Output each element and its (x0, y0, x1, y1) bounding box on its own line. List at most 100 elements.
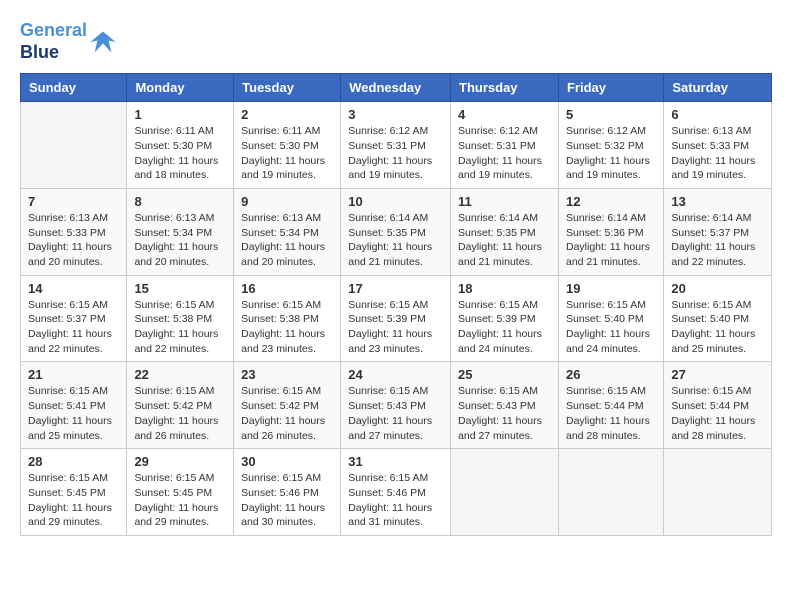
day-info: Sunrise: 6:13 AMSunset: 5:34 PMDaylight:… (134, 211, 226, 270)
week-row-5: 28 Sunrise: 6:15 AMSunset: 5:45 PMDayligh… (21, 449, 772, 536)
header-thursday: Thursday (451, 74, 559, 102)
day-info: Sunrise: 6:14 AMSunset: 5:37 PMDaylight:… (671, 211, 764, 270)
day-info: Sunrise: 6:12 AMSunset: 5:31 PMDaylight:… (348, 124, 443, 183)
logo-bird-icon (89, 28, 117, 56)
day-number: 24 (348, 367, 443, 382)
day-number: 25 (458, 367, 551, 382)
calendar-cell: 16 Sunrise: 6:15 AMSunset: 5:38 PMDayligh… (234, 275, 341, 362)
day-info: Sunrise: 6:15 AMSunset: 5:46 PMDaylight:… (241, 471, 333, 530)
calendar-cell (21, 102, 127, 189)
header-friday: Friday (558, 74, 663, 102)
calendar-cell: 3 Sunrise: 6:12 AMSunset: 5:31 PMDaylight… (341, 102, 451, 189)
calendar-cell: 26Sunrise: 6:15 AMSunset: 5:44 PMDayligh… (558, 362, 663, 449)
day-info: Sunrise: 6:15 AMSunset: 5:45 PMDaylight:… (134, 471, 226, 530)
day-info: Sunrise: 6:15 AMSunset: 5:38 PMDaylight:… (134, 298, 226, 357)
calendar-cell: 24 Sunrise: 6:15 AMSunset: 5:43 PMDayligh… (341, 362, 451, 449)
day-number: 16 (241, 281, 333, 296)
calendar-cell: 23 Sunrise: 6:15 AMSunset: 5:42 PMDayligh… (234, 362, 341, 449)
day-number: 7 (28, 194, 119, 209)
day-info: Sunrise: 6:15 AMSunset: 5:44 PMDaylight:… (671, 384, 764, 443)
day-number: 23 (241, 367, 333, 382)
calendar-cell (451, 449, 559, 536)
day-number: 20 (671, 281, 764, 296)
day-number: 10 (348, 194, 443, 209)
day-info: Sunrise: 6:15 AMSunset: 5:43 PMDaylight:… (348, 384, 443, 443)
day-info: Sunrise: 6:15 AMSunset: 5:37 PMDaylight:… (28, 298, 119, 357)
day-number: 30 (241, 454, 333, 469)
calendar-cell: 15 Sunrise: 6:15 AMSunset: 5:38 PMDayligh… (127, 275, 234, 362)
day-info: Sunrise: 6:13 AMSunset: 5:33 PMDaylight:… (671, 124, 764, 183)
calendar-cell: 9 Sunrise: 6:13 AMSunset: 5:34 PMDaylight… (234, 188, 341, 275)
calendar-cell: 30 Sunrise: 6:15 AMSunset: 5:46 PMDayligh… (234, 449, 341, 536)
calendar-cell: 1Sunrise: 6:11 AMSunset: 5:30 PMDaylight… (127, 102, 234, 189)
day-number: 6 (671, 107, 764, 122)
day-number: 18 (458, 281, 551, 296)
day-info: Sunrise: 6:15 AMSunset: 5:42 PMDaylight:… (241, 384, 333, 443)
calendar-cell: 13 Sunrise: 6:14 AMSunset: 5:37 PMDayligh… (664, 188, 772, 275)
day-number: 5 (566, 107, 656, 122)
day-number: 19 (566, 281, 656, 296)
header-wednesday: Wednesday (341, 74, 451, 102)
day-number: 13 (671, 194, 764, 209)
day-number: 29 (134, 454, 226, 469)
calendar-table: SundayMondayTuesdayWednesdayThursdayFrid… (20, 73, 772, 536)
day-info: Sunrise: 6:13 AMSunset: 5:33 PMDaylight:… (28, 211, 119, 270)
day-info: Sunrise: 6:15 AMSunset: 5:40 PMDaylight:… (566, 298, 656, 357)
day-info: Sunrise: 6:15 AMSunset: 5:38 PMDaylight:… (241, 298, 333, 357)
calendar-cell: 27 Sunrise: 6:15 AMSunset: 5:44 PMDayligh… (664, 362, 772, 449)
day-info: Sunrise: 6:14 AMSunset: 5:35 PMDaylight:… (458, 211, 551, 270)
calendar-cell (664, 449, 772, 536)
day-number: 8 (134, 194, 226, 209)
calendar-cell: 11Sunrise: 6:14 AMSunset: 5:35 PMDayligh… (451, 188, 559, 275)
calendar-cell: 20Sunrise: 6:15 AMSunset: 5:40 PMDayligh… (664, 275, 772, 362)
calendar-cell: 5 Sunrise: 6:12 AMSunset: 5:32 PMDaylight… (558, 102, 663, 189)
day-number: 31 (348, 454, 443, 469)
day-number: 4 (458, 107, 551, 122)
day-number: 3 (348, 107, 443, 122)
calendar-cell (558, 449, 663, 536)
calendar-cell: 19 Sunrise: 6:15 AMSunset: 5:40 PMDayligh… (558, 275, 663, 362)
calendar-cell: 10Sunrise: 6:14 AMSunset: 5:35 PMDayligh… (341, 188, 451, 275)
calendar-cell: 8 Sunrise: 6:13 AMSunset: 5:34 PMDaylight… (127, 188, 234, 275)
logo-text: GeneralBlue (20, 20, 87, 63)
calendar-cell: 21 Sunrise: 6:15 AMSunset: 5:41 PMDayligh… (21, 362, 127, 449)
day-number: 9 (241, 194, 333, 209)
day-number: 27 (671, 367, 764, 382)
calendar-cell: 6 Sunrise: 6:13 AMSunset: 5:33 PMDaylight… (664, 102, 772, 189)
week-row-2: 7 Sunrise: 6:13 AMSunset: 5:33 PMDaylight… (21, 188, 772, 275)
day-info: Sunrise: 6:15 AMSunset: 5:41 PMDaylight:… (28, 384, 119, 443)
calendar-cell: 18Sunrise: 6:15 AMSunset: 5:39 PMDayligh… (451, 275, 559, 362)
day-number: 21 (28, 367, 119, 382)
calendar-cell: 29 Sunrise: 6:15 AMSunset: 5:45 PMDayligh… (127, 449, 234, 536)
day-info: Sunrise: 6:12 AMSunset: 5:32 PMDaylight:… (566, 124, 656, 183)
day-number: 14 (28, 281, 119, 296)
day-info: Sunrise: 6:15 AMSunset: 5:42 PMDaylight:… (134, 384, 226, 443)
header-tuesday: Tuesday (234, 74, 341, 102)
logo: GeneralBlue (20, 20, 117, 63)
day-info: Sunrise: 6:15 AMSunset: 5:46 PMDaylight:… (348, 471, 443, 530)
header-sunday: Sunday (21, 74, 127, 102)
calendar-header-row: SundayMondayTuesdayWednesdayThursdayFrid… (21, 74, 772, 102)
day-info: Sunrise: 6:11 AMSunset: 5:30 PMDaylight:… (134, 124, 226, 183)
calendar-cell: 4 Sunrise: 6:12 AMSunset: 5:31 PMDaylight… (451, 102, 559, 189)
week-row-3: 14 Sunrise: 6:15 AMSunset: 5:37 PMDayligh… (21, 275, 772, 362)
day-number: 22 (134, 367, 226, 382)
day-number: 2 (241, 107, 333, 122)
day-info: Sunrise: 6:12 AMSunset: 5:31 PMDaylight:… (458, 124, 551, 183)
calendar-cell: 2Sunrise: 6:11 AMSunset: 5:30 PMDaylight… (234, 102, 341, 189)
day-number: 15 (134, 281, 226, 296)
day-number: 26 (566, 367, 656, 382)
calendar-cell: 25Sunrise: 6:15 AMSunset: 5:43 PMDayligh… (451, 362, 559, 449)
calendar-cell: 31 Sunrise: 6:15 AMSunset: 5:46 PMDayligh… (341, 449, 451, 536)
calendar-cell: 17Sunrise: 6:15 AMSunset: 5:39 PMDayligh… (341, 275, 451, 362)
calendar-cell: 12Sunrise: 6:14 AMSunset: 5:36 PMDayligh… (558, 188, 663, 275)
calendar-cell: 22 Sunrise: 6:15 AMSunset: 5:42 PMDayligh… (127, 362, 234, 449)
day-info: Sunrise: 6:14 AMSunset: 5:36 PMDaylight:… (566, 211, 656, 270)
day-number: 17 (348, 281, 443, 296)
week-row-4: 21 Sunrise: 6:15 AMSunset: 5:41 PMDayligh… (21, 362, 772, 449)
header-saturday: Saturday (664, 74, 772, 102)
day-info: Sunrise: 6:13 AMSunset: 5:34 PMDaylight:… (241, 211, 333, 270)
day-number: 28 (28, 454, 119, 469)
page-header: GeneralBlue (20, 20, 772, 63)
calendar-cell: 14 Sunrise: 6:15 AMSunset: 5:37 PMDayligh… (21, 275, 127, 362)
